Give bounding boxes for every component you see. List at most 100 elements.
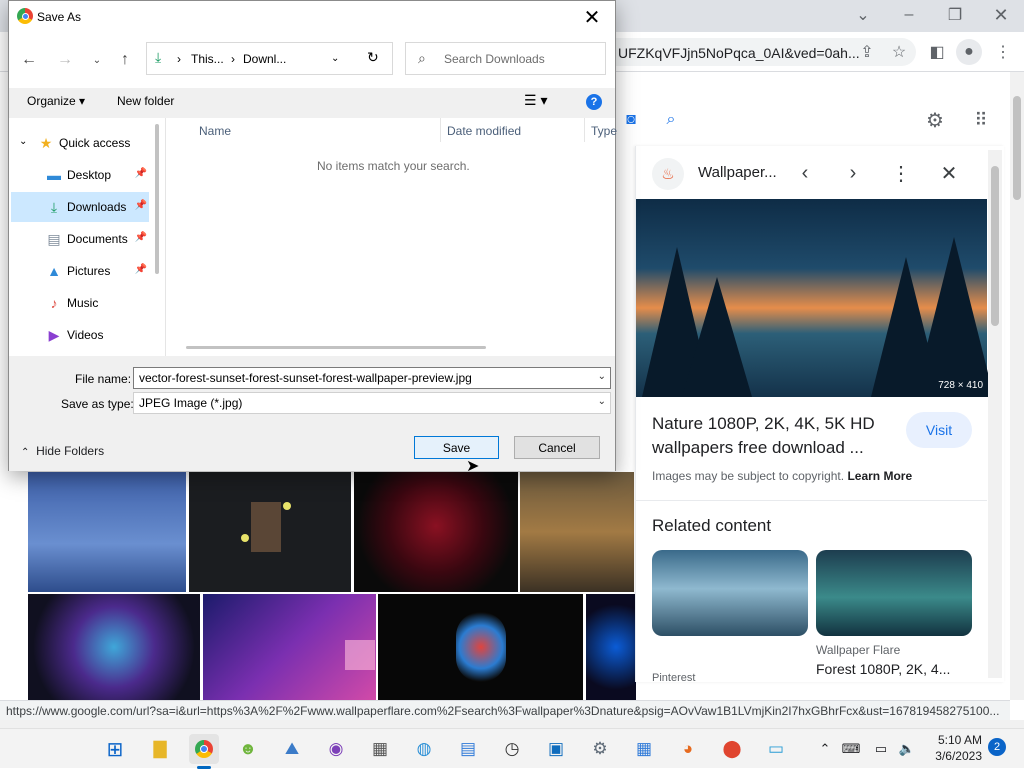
- chevron-left-icon[interactable]: ‹: [792, 160, 818, 186]
- breadcrumb-this-pc[interactable]: This...: [191, 52, 224, 66]
- clock-icon[interactable]: ◷: [497, 734, 527, 764]
- clock-display[interactable]: 5:10 AM 3/6/2023: [930, 732, 982, 764]
- result-image[interactable]: [378, 594, 583, 700]
- address-dropdown-icon[interactable]: ⌄: [331, 53, 339, 64]
- close-icon[interactable]: ✕: [988, 2, 1014, 28]
- chrome-icon[interactable]: [189, 734, 219, 764]
- headphones-icon[interactable]: ◉: [321, 734, 351, 764]
- tree-item-quick-access[interactable]: ⌄ ★ Quick access: [11, 128, 149, 158]
- result-image[interactable]: [203, 594, 376, 700]
- notification-badge[interactable]: 2: [988, 738, 1006, 756]
- calculator-icon[interactable]: ▦: [365, 734, 395, 764]
- notepad-icon[interactable]: ▤: [453, 734, 483, 764]
- column-date-modified[interactable]: Date modified: [447, 124, 521, 138]
- pin-icon: 📌: [134, 200, 147, 211]
- chevron-down-icon[interactable]: ⌄: [598, 396, 606, 407]
- tree-scrollbar[interactable]: [155, 124, 159, 274]
- visit-button[interactable]: Visit: [906, 412, 972, 448]
- firefox-icon[interactable]: ◕: [673, 734, 703, 764]
- volume-icon[interactable]: 🔈: [892, 734, 922, 764]
- result-title[interactable]: Nature 1080P, 2K, 4K, 5K HD wallpapers f…: [652, 412, 912, 460]
- refresh-icon[interactable]: ↻: [367, 49, 379, 66]
- photos-icon[interactable]: ⛰: [277, 734, 307, 764]
- related-image[interactable]: [652, 550, 808, 636]
- organize-button[interactable]: Organize ▾: [27, 94, 85, 108]
- game-icon[interactable]: ☻: [233, 734, 263, 764]
- profile-icon[interactable]: ●: [956, 39, 982, 65]
- apps-icon[interactable]: ⠿: [968, 107, 994, 133]
- panel-scrollbar[interactable]: [988, 150, 1002, 678]
- horizontal-scrollbar[interactable]: [0, 720, 1024, 728]
- tree-item-videos[interactable]: ▶ Videos: [11, 320, 149, 350]
- up-arrow-icon[interactable]: ↑: [113, 48, 137, 72]
- tree-item-documents[interactable]: ▤ Documents 📌: [11, 224, 149, 254]
- result-image[interactable]: [354, 472, 518, 592]
- help-icon[interactable]: ?: [586, 94, 602, 110]
- tree-item-downloads[interactable]: ⤓ Downloads 📌: [11, 192, 149, 222]
- file-explorer-icon[interactable]: ▇: [145, 734, 175, 764]
- image-viewer-panel: ♨ Wallpaper... ‹ › ⋮ ✕ 728 × 410 Nature …: [635, 146, 1004, 684]
- related-title[interactable]: Forest 1080P, 2K, 4...: [816, 661, 950, 677]
- result-image[interactable]: [189, 472, 351, 592]
- star-icon[interactable]: ☆: [886, 39, 912, 65]
- save-type-select[interactable]: JPEG Image (*.jpg) ⌄: [133, 392, 611, 414]
- calendar-icon[interactable]: ▦: [629, 734, 659, 764]
- windows-start-icon[interactable]: ⊞: [100, 734, 130, 764]
- page-scrollbar[interactable]: [1010, 72, 1024, 700]
- result-image[interactable]: [28, 594, 200, 700]
- network-app-icon[interactable]: ▭: [761, 734, 791, 764]
- tree-item-pictures[interactable]: ▲ Pictures 📌: [11, 256, 149, 286]
- empty-message: No items match your search.: [317, 159, 470, 173]
- preview-image[interactable]: 728 × 410: [636, 199, 994, 397]
- sidepanel-icon[interactable]: ◧: [924, 39, 950, 65]
- result-image[interactable]: [520, 472, 634, 592]
- related-source-left: Pinterest: [652, 672, 696, 684]
- related-heading: Related content: [652, 516, 772, 535]
- back-arrow-icon[interactable]: ←: [17, 48, 41, 72]
- minimize-icon[interactable]: –: [896, 2, 922, 28]
- keyboard-icon[interactable]: ⌨: [836, 734, 866, 764]
- tree-item-desktop[interactable]: ▬ Desktop 📌: [11, 160, 149, 190]
- address-bar[interactable]: ⤓ › This... › Downl... ⌄ ↻: [146, 42, 393, 75]
- store-icon[interactable]: ▣: [541, 734, 571, 764]
- column-name[interactable]: Name: [199, 124, 231, 138]
- hide-folders-button[interactable]: ⌃ Hide Folders: [21, 444, 104, 458]
- column-type[interactable]: Type: [591, 124, 617, 138]
- location-pin-icon[interactable]: ⬤: [717, 734, 747, 764]
- close-panel-icon[interactable]: ✕: [936, 160, 962, 186]
- forward-arrow-icon[interactable]: →: [53, 48, 77, 72]
- video-icon: ▶: [48, 326, 60, 343]
- result-image[interactable]: [28, 472, 186, 592]
- close-icon[interactable]: ✕: [577, 5, 607, 29]
- search-field[interactable]: ⌕ Search Downloads: [405, 42, 606, 75]
- site-name[interactable]: Wallpaper...: [698, 164, 777, 181]
- taskbar-date: 3/6/2023: [935, 749, 982, 763]
- share-icon[interactable]: ⇪: [854, 39, 880, 65]
- maps-globe-icon[interactable]: ◍: [409, 734, 439, 764]
- breadcrumb-downloads[interactable]: Downl...: [243, 52, 286, 66]
- learn-more-link[interactable]: Learn More: [847, 469, 912, 483]
- result-image[interactable]: [586, 594, 636, 700]
- menu-icon[interactable]: ⋮: [990, 39, 1016, 65]
- file-list: Name Date modified Type No items match y…: [166, 118, 617, 356]
- settings-gear-icon[interactable]: ⚙: [585, 734, 615, 764]
- new-folder-button[interactable]: New folder: [117, 94, 174, 108]
- related-image[interactable]: [816, 550, 972, 636]
- restore-icon[interactable]: ❐: [942, 2, 968, 28]
- collapse-arrow-icon[interactable]: ⌄: [19, 136, 27, 147]
- chevron-down-icon[interactable]: ⌄: [598, 371, 606, 382]
- save-button[interactable]: Save: [414, 436, 499, 459]
- cancel-button[interactable]: Cancel: [514, 436, 600, 459]
- recent-locations-icon[interactable]: ⌄: [85, 48, 109, 72]
- camera-icon[interactable]: ◙: [618, 107, 644, 133]
- search-icon[interactable]: ⌕: [658, 107, 684, 133]
- settings-icon[interactable]: ⚙: [922, 107, 948, 133]
- tree-item-music[interactable]: ♪ Music: [11, 288, 149, 318]
- more-options-icon[interactable]: ⋮: [888, 160, 914, 186]
- view-options-icon[interactable]: ☰ ▾: [524, 92, 547, 109]
- file-name-input[interactable]: vector-forest-sunset-forest-sunset-fores…: [133, 367, 611, 389]
- chevron-down-icon[interactable]: ⌄: [850, 2, 876, 28]
- chevron-right-icon[interactable]: ›: [840, 160, 866, 186]
- list-scrollbar[interactable]: [186, 346, 486, 349]
- save-fields: File name: vector-forest-sunset-forest-s…: [9, 356, 615, 471]
